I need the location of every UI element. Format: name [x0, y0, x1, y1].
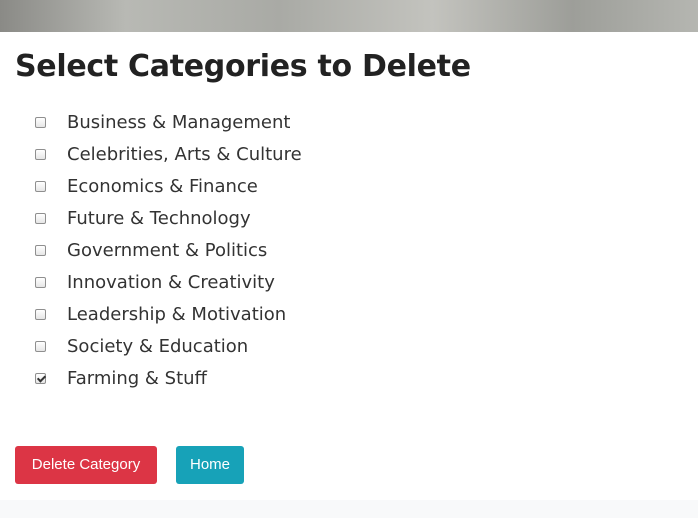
category-checkbox[interactable]: [35, 181, 46, 192]
category-item[interactable]: Society & Education: [0, 331, 698, 363]
category-item[interactable]: Economics & Finance: [0, 171, 698, 203]
footer-strip: [0, 500, 698, 518]
category-item[interactable]: Leadership & Motivation: [0, 299, 698, 331]
category-label[interactable]: Economics & Finance: [67, 175, 258, 199]
delete-category-button[interactable]: Delete Category: [15, 446, 157, 484]
home-button[interactable]: Home: [176, 446, 244, 484]
category-checkbox[interactable]: [35, 117, 46, 128]
category-item[interactable]: Government & Politics: [0, 235, 698, 267]
category-checkbox[interactable]: [35, 245, 46, 256]
category-item[interactable]: Future & Technology: [0, 203, 698, 235]
header-banner-image: [0, 0, 698, 32]
category-list: Business & Management Celebrities, Arts …: [0, 107, 698, 395]
category-label[interactable]: Business & Management: [67, 111, 290, 135]
category-label[interactable]: Government & Politics: [67, 239, 267, 263]
category-label[interactable]: Society & Education: [67, 335, 248, 359]
category-item[interactable]: Innovation & Creativity: [0, 267, 698, 299]
category-item[interactable]: Celebrities, Arts & Culture: [0, 139, 698, 171]
page-title: Select Categories to Delete: [15, 49, 471, 84]
category-checkbox[interactable]: [35, 277, 46, 288]
category-label[interactable]: Innovation & Creativity: [67, 271, 275, 295]
category-label[interactable]: Farming & Stuff: [67, 367, 207, 391]
category-label[interactable]: Celebrities, Arts & Culture: [67, 143, 302, 167]
category-checkbox[interactable]: [35, 341, 46, 352]
category-checkbox[interactable]: [35, 213, 46, 224]
category-checkbox[interactable]: [35, 309, 46, 320]
category-item[interactable]: Farming & Stuff: [0, 363, 698, 395]
category-checkbox[interactable]: [35, 373, 46, 384]
category-label[interactable]: Future & Technology: [67, 207, 251, 231]
category-item[interactable]: Business & Management: [0, 107, 698, 139]
category-checkbox[interactable]: [35, 149, 46, 160]
category-label[interactable]: Leadership & Motivation: [67, 303, 286, 327]
